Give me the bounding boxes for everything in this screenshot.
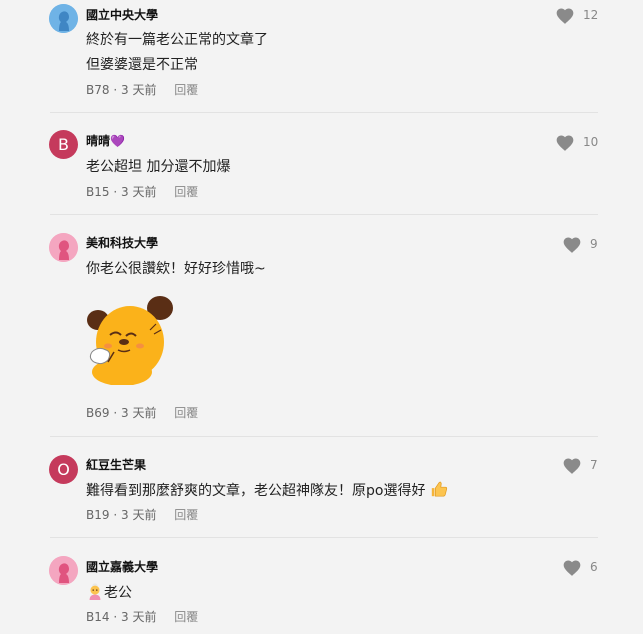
comment-text: 難得看到那麼舒爽的文章，老公超神隊友！原po選得好 (86, 483, 426, 499)
comment-meta: B19 · 3 天前 回覆 (86, 506, 198, 523)
heart-icon (556, 135, 574, 151)
comment-meta: B14 · 3 天前 回覆 (86, 608, 198, 625)
like-count: 7 (590, 458, 598, 472)
avatar-letter: B (58, 135, 69, 154)
like-button[interactable]: 10 (555, 132, 615, 154)
like-count: 9 (590, 237, 598, 251)
divider (50, 436, 598, 437)
person-avatar-icon (49, 4, 78, 33)
like-count: 12 (583, 8, 599, 22)
comment-author[interactable]: 美和科技大學 (86, 234, 158, 251)
comment-time: 3 天前 (121, 406, 157, 420)
comment-text-line: 難得看到那麼舒爽的文章，老公超神隊友！原po選得好 (86, 480, 448, 500)
comment-text-line: 老公超坦 加分還不加爆 (86, 159, 231, 175)
avatar[interactable]: B (49, 130, 78, 159)
meta-separator: · (113, 610, 118, 624)
comment-floor: B15 (86, 185, 110, 199)
meta-separator: · (113, 406, 118, 420)
comment-author[interactable]: 國立嘉義大學 (86, 558, 158, 575)
comment-time: 3 天前 (121, 185, 157, 199)
like-button[interactable]: 12 (555, 5, 615, 27)
avatar[interactable]: O (49, 455, 78, 484)
yellow-dog-sticker (84, 290, 179, 386)
like-button[interactable]: 6 (562, 557, 622, 579)
like-button[interactable]: 7 (562, 455, 622, 477)
avatar[interactable] (49, 233, 78, 262)
comment-author[interactable]: 國立中央大學 (86, 6, 158, 23)
comment-time: 3 天前 (121, 83, 157, 97)
comment-text-line: 但婆婆還是不正常 (86, 57, 198, 73)
comment-floor: B78 (86, 83, 110, 97)
comment-meta: B78 · 3 天前 回覆 (86, 81, 198, 98)
comment-meta: B69 · 3 天前 回覆 (86, 404, 198, 421)
comment-author[interactable]: 晴晴💜 (86, 132, 125, 149)
divider (50, 112, 598, 113)
reply-button[interactable]: 回覆 (174, 406, 198, 420)
divider (50, 537, 598, 538)
avatar-letter: O (57, 460, 70, 479)
heart-icon (563, 560, 581, 576)
person-avatar-icon (49, 233, 78, 262)
like-count: 10 (583, 135, 599, 149)
old-woman-icon (89, 583, 101, 600)
heart-icon (563, 458, 581, 474)
comment-time: 3 天前 (121, 610, 157, 624)
comment-text-line: 終於有一篇老公正常的文章了 (86, 32, 268, 48)
reply-button[interactable]: 回覆 (174, 508, 198, 522)
heart-icon (563, 237, 581, 253)
comment-floor: B69 (86, 406, 110, 420)
heart-icon (556, 8, 574, 24)
comment-time: 3 天前 (121, 508, 157, 522)
comment-meta: B15 · 3 天前 回覆 (86, 183, 198, 200)
avatar[interactable] (49, 556, 78, 585)
comment-author[interactable]: 紅豆生芒果 (86, 456, 146, 473)
meta-separator: · (113, 508, 118, 522)
comment-text-line: 老公 (86, 582, 132, 602)
like-count: 6 (590, 560, 598, 574)
reply-button[interactable]: 回覆 (174, 610, 198, 624)
comment-list: 國立中央大學 終於有一篇老公正常的文章了 但婆婆還是不正常 B78 · 3 天前… (0, 0, 643, 634)
divider (50, 214, 598, 215)
comment-text-line: 你老公很讚欸！好好珍惜哦~ (86, 261, 266, 277)
like-button[interactable]: 9 (562, 234, 622, 256)
person-avatar-icon (49, 556, 78, 585)
meta-separator: · (113, 185, 118, 199)
thumbs-up-icon (431, 481, 448, 497)
meta-separator: · (113, 83, 118, 97)
comment-floor: B14 (86, 610, 110, 624)
comment-text: 老公 (104, 585, 132, 601)
reply-button[interactable]: 回覆 (174, 83, 198, 97)
comment-floor: B19 (86, 508, 110, 522)
avatar[interactable] (49, 4, 78, 33)
reply-button[interactable]: 回覆 (174, 185, 198, 199)
